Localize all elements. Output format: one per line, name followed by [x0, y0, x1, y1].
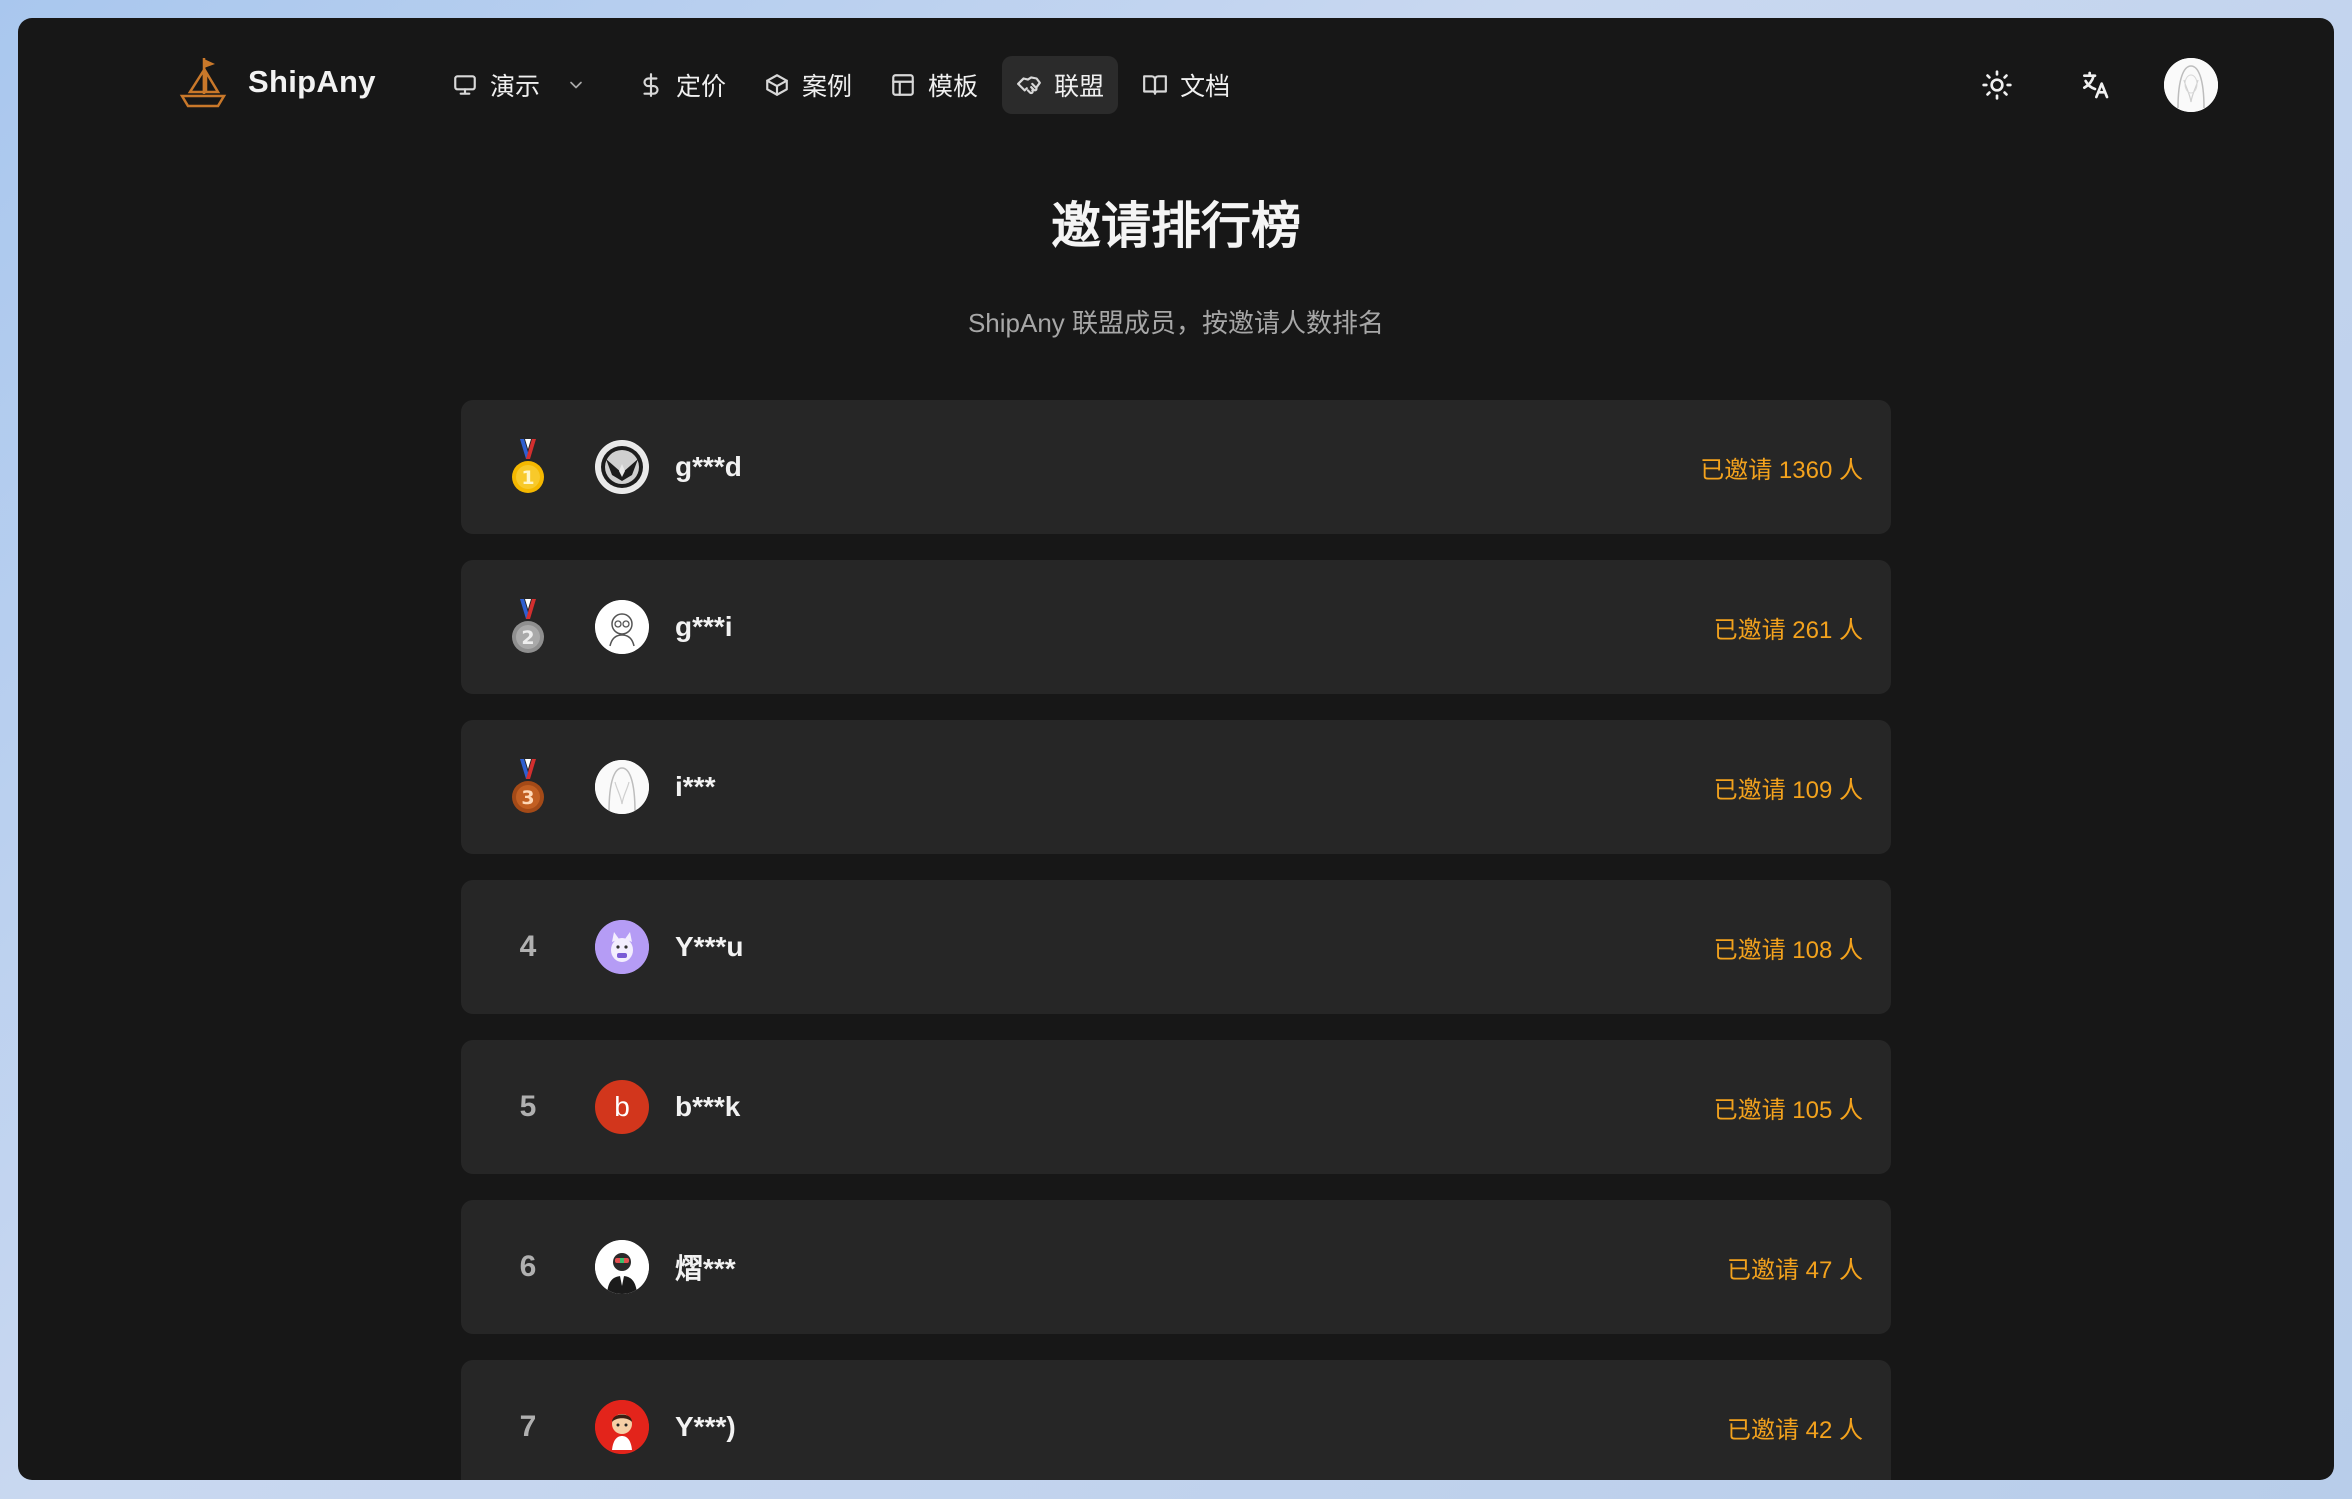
nav-item-label: 定价 — [676, 73, 727, 101]
nav-item-label: 案例 — [802, 73, 853, 101]
nav-item-label: 模板 — [928, 73, 979, 101]
handshake-icon — [1017, 76, 1041, 95]
app-window: ShipAny 演示 定价 案例 模板 联盟 文档 邀请排行榜 ShipAny … — [18, 18, 2334, 1480]
top-navbar: ShipAny 演示 定价 案例 模板 联盟 文档 — [18, 18, 2334, 148]
member-avatar — [595, 760, 649, 814]
invite-count: 已邀请 47 人 — [1726, 1256, 1863, 1284]
header-tools — [1968, 56, 2218, 114]
member-avatar-letter: b — [595, 1080, 649, 1134]
nav-item-affiliate[interactable]: 联盟 — [1002, 56, 1119, 114]
monitor-icon — [454, 75, 476, 95]
member-avatar — [595, 1240, 649, 1294]
rank-cell: 2 — [461, 597, 595, 657]
avatar-initial: b — [614, 1091, 630, 1122]
sun-icon — [1982, 70, 2012, 100]
sailboat-logo-icon — [179, 58, 227, 108]
leaderboard-list: 1 g***d 已邀请 1360 人 2 g***i 已邀请 261 人 3 i… — [461, 400, 1891, 1480]
leaderboard-row: 5 b b***k 已邀请 105 人 — [461, 1040, 1891, 1174]
member-avatar — [595, 600, 649, 654]
nav-item-label: 联盟 — [1054, 73, 1105, 101]
nav-item-docs[interactable]: 文档 — [1128, 56, 1244, 114]
leaderboard-row: 3 i*** 已邀请 109 人 — [461, 720, 1891, 854]
cartoon-character-avatar — [595, 1400, 649, 1454]
member-name: b***k — [675, 1091, 741, 1122]
svg-text:3: 3 — [521, 787, 534, 809]
member-avatar — [595, 440, 649, 494]
sketch-portrait-avatar — [595, 760, 649, 814]
leaderboard-row: 6 熠*** 已邀请 47 人 — [461, 1200, 1891, 1334]
svg-text:1: 1 — [521, 467, 534, 489]
theme-toggle-button[interactable] — [1968, 56, 2026, 114]
layout-icon — [892, 74, 914, 96]
shield-eagle-avatar — [596, 441, 648, 493]
member-name: i*** — [675, 771, 716, 802]
leaderboard-row: 2 g***i 已邀请 261 人 — [461, 560, 1891, 694]
nav-item-showcase[interactable]: 案例 — [750, 56, 866, 114]
brand-logo[interactable]: ShipAny — [178, 54, 376, 110]
main-nav: 演示 定价 案例 模板 联盟 文档 — [438, 56, 1244, 114]
dollar-icon — [643, 73, 659, 97]
language-switch-button[interactable] — [2066, 56, 2124, 114]
invite-count: 已邀请 42 人 — [1726, 1416, 1863, 1444]
invite-count: 已邀请 1360 人 — [1700, 456, 1863, 484]
nav-item-demo[interactable]: 演示 — [438, 56, 600, 114]
invite-count: 已邀请 109 人 — [1713, 776, 1863, 804]
svg-text:2: 2 — [521, 627, 534, 649]
invite-count: 已邀请 105 人 — [1713, 1096, 1863, 1124]
brand-name: ShipAny — [248, 64, 376, 99]
translate-icon — [2083, 71, 2109, 99]
gold-medal-icon: 1 — [512, 439, 544, 493]
leaderboard-row: 1 g***d 已邀请 1360 人 — [461, 400, 1891, 534]
suited-person-avatar — [595, 1240, 649, 1294]
leaderboard-row: 7 Y***) 已邀请 42 人 — [461, 1360, 1891, 1480]
user-avatar-image — [2164, 58, 2218, 112]
member-avatar — [595, 1400, 649, 1454]
nav-item-label: 演示 — [490, 73, 541, 101]
cat-character-avatar — [595, 920, 649, 974]
leaderboard-row: 4 Y***u 已邀请 108 人 — [461, 880, 1891, 1014]
member-name: Y***) — [675, 1411, 736, 1442]
silver-medal-icon: 2 — [512, 599, 544, 653]
member-name: Y***u — [675, 931, 744, 962]
rank-number: 4 — [519, 930, 537, 963]
rank-cell: 1 — [461, 437, 595, 497]
nav-item-templates[interactable]: 模板 — [876, 56, 992, 114]
nav-item-pricing[interactable]: 定价 — [624, 56, 740, 114]
member-name: g***d — [675, 451, 742, 482]
invite-count: 已邀请 108 人 — [1713, 936, 1863, 964]
page-title: 邀请排行榜 — [1051, 198, 1301, 254]
rank-number: 5 — [519, 1090, 537, 1123]
rank-number: 6 — [519, 1250, 537, 1283]
member-name: g***i — [675, 611, 733, 642]
chevron-down-icon — [570, 81, 582, 89]
box-icon — [766, 74, 788, 96]
glasses-person-avatar — [595, 600, 649, 654]
invite-count: 已邀请 261 人 — [1713, 616, 1863, 644]
rank-number: 7 — [519, 1410, 537, 1443]
member-avatar — [595, 920, 649, 974]
member-name: 熠*** — [675, 1253, 736, 1284]
nav-item-label: 文档 — [1180, 73, 1231, 101]
bronze-medal-icon: 3 — [512, 759, 544, 813]
user-avatar[interactable] — [2164, 58, 2218, 112]
page-subtitle: ShipAny 联盟成员，按邀请人数排名 — [967, 308, 1385, 338]
rank-cell: 3 — [461, 757, 595, 817]
book-icon — [1143, 75, 1167, 95]
